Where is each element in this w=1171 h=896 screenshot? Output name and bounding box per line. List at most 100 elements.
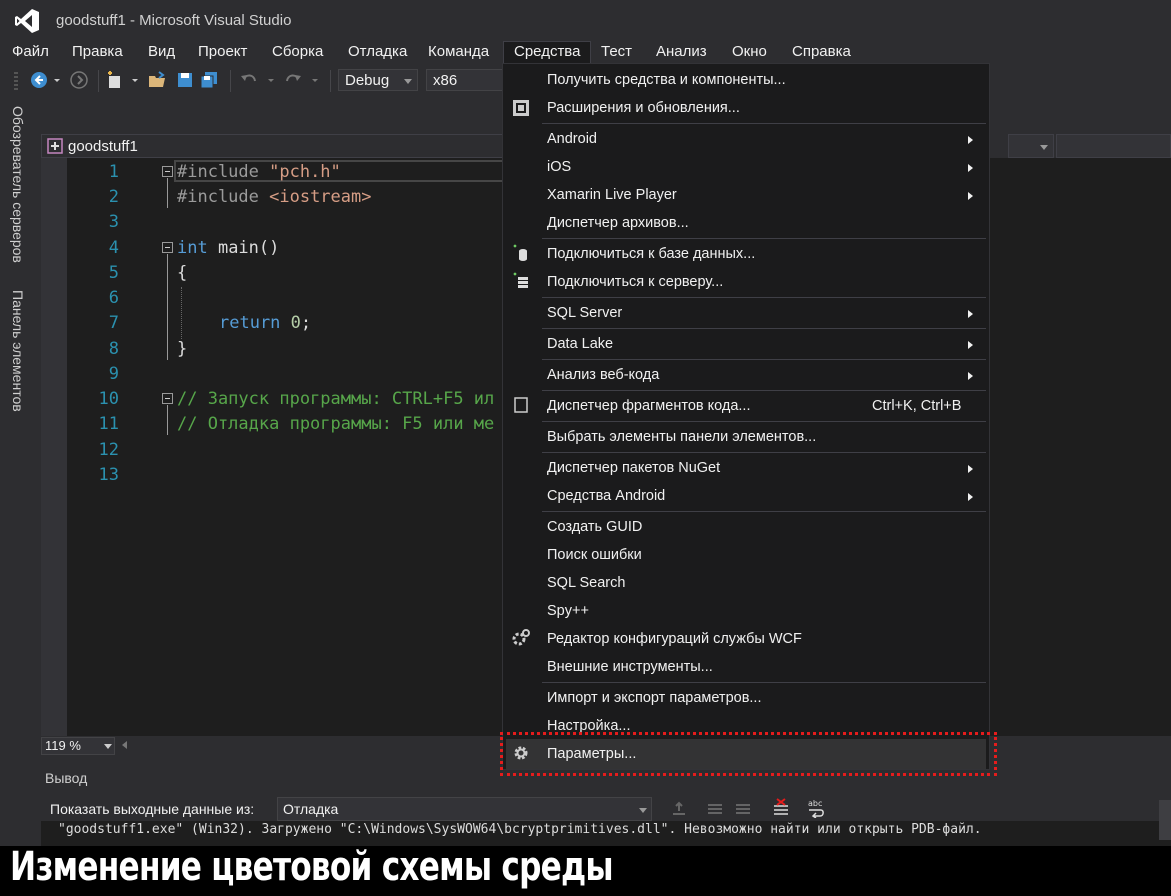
zoom-value: 119 %: [45, 738, 81, 753]
connect-server-icon: [513, 272, 528, 288]
menu-team[interactable]: Команда: [428, 42, 489, 64]
save-all-icon[interactable]: [200, 71, 218, 89]
menu-connect-to-database[interactable]: Подключиться к базе данных...: [547, 246, 755, 262]
menu-xamarin-live-player[interactable]: Xamarin Live Player: [547, 187, 677, 203]
number-literal: 0: [290, 313, 301, 333]
line-number: 7: [108, 313, 119, 333]
scroll-left-icon[interactable]: [122, 741, 127, 749]
clear-all-icon[interactable]: [772, 798, 790, 818]
menu-view[interactable]: Вид: [148, 42, 175, 64]
menu-sql-search[interactable]: SQL Search: [547, 575, 625, 591]
menu-separator: [542, 511, 986, 512]
save-icon[interactable]: [176, 71, 194, 89]
menu-import-export-settings[interactable]: Импорт и экспорт параметров...: [547, 690, 762, 706]
output-source-value: Отладка: [283, 801, 339, 817]
menu-external-tools[interactable]: Внешние инструменты...: [547, 659, 713, 675]
menu-test[interactable]: Тест: [601, 42, 632, 64]
collapse-icon[interactable]: [162, 242, 173, 253]
keyword: int: [177, 238, 208, 258]
zoom-combo[interactable]: 119 %: [41, 737, 115, 755]
open-file-icon[interactable]: [148, 71, 166, 89]
redo-icon[interactable]: [284, 71, 302, 89]
menu-data-lake[interactable]: Data Lake: [547, 336, 613, 352]
menu-separator: [542, 359, 986, 360]
menu-code-snippets-manager[interactable]: Диспетчер фрагментов кода...: [547, 398, 750, 414]
menu-analyze[interactable]: Анализ: [656, 42, 707, 64]
visual-studio-logo-icon: [15, 9, 39, 33]
menu-wcf-service-config-editor[interactable]: Редактор конфигураций службы WCF: [547, 631, 802, 647]
menu-web-code-analysis[interactable]: Анализ веб-кода: [547, 367, 659, 383]
chevron-down-icon[interactable]: [130, 71, 140, 89]
line-number: 2: [108, 187, 119, 207]
menu-separator: [542, 682, 986, 683]
chevron-down-icon[interactable]: [310, 71, 320, 89]
navigate-forward-icon[interactable]: [70, 71, 88, 89]
menu-separator: [542, 123, 986, 124]
menu-edit[interactable]: Правка: [72, 42, 123, 64]
line-number: 6: [108, 288, 119, 308]
collapse-icon[interactable]: [162, 393, 173, 404]
menu-build[interactable]: Сборка: [272, 42, 323, 64]
line-number: 13: [98, 465, 119, 485]
menu-extensions-and-updates[interactable]: Расширения и обновления...: [547, 100, 740, 116]
window-title: goodstuff1 - Microsoft Visual Studio: [56, 12, 292, 29]
menu-spy-plus-plus[interactable]: Spy++: [547, 603, 589, 619]
next-message-icon[interactable]: [734, 800, 752, 818]
menu-nuget-package-manager[interactable]: Диспетчер пакетов NuGet: [547, 460, 720, 476]
line-number: 5: [108, 263, 119, 283]
configuration-combo[interactable]: Debug: [338, 69, 418, 91]
submenu-arrow-icon: [968, 341, 973, 349]
submenu-arrow-icon: [968, 192, 973, 200]
menu-separator: [542, 297, 986, 298]
output-scrollbar[interactable]: [1159, 800, 1171, 840]
cpp-project-icon: [47, 138, 63, 154]
menu-sql-server[interactable]: SQL Server: [547, 305, 622, 321]
menu-project[interactable]: Проект: [198, 42, 247, 64]
file-navigation-combo[interactable]: goodstuff1: [41, 134, 521, 158]
connect-database-icon: [513, 244, 527, 261]
fold-guide: [167, 405, 168, 435]
line-number: 10: [98, 389, 119, 409]
menu-error-lookup[interactable]: Поиск ошибки: [547, 547, 642, 563]
chevron-down-icon[interactable]: [52, 71, 62, 89]
menu-debug[interactable]: Отладка: [348, 42, 407, 64]
scope-navigation-combo[interactable]: [1056, 134, 1171, 158]
submenu-arrow-icon: [968, 136, 973, 144]
menu-create-guid[interactable]: Создать GUID: [547, 519, 642, 535]
line-number: 3: [108, 212, 119, 232]
menu-android-tools[interactable]: Средства Android: [547, 488, 665, 504]
new-project-icon[interactable]: [106, 71, 124, 89]
tab-server-explorer[interactable]: Обозреватель серверов: [8, 106, 28, 282]
menu-ios[interactable]: iOS: [547, 159, 571, 175]
menu-window[interactable]: Окно: [732, 42, 767, 64]
menu-choose-toolbox-items[interactable]: Выбрать элементы панели элементов...: [547, 429, 816, 445]
menu-tools[interactable]: Средства: [503, 41, 592, 64]
menu-connect-to-server[interactable]: Подключиться к серверу...: [547, 274, 723, 290]
menu-get-tools-and-features[interactable]: Получить средства и компоненты...: [547, 72, 786, 88]
menu-android[interactable]: Android: [547, 131, 597, 147]
menu-help[interactable]: Справка: [792, 42, 851, 64]
find-message-in-code-icon[interactable]: [670, 800, 688, 818]
code-line: return 0;: [219, 313, 311, 333]
toolbar-grip-icon[interactable]: [14, 72, 18, 92]
code-line: {: [177, 263, 188, 283]
collapse-icon[interactable]: [162, 166, 173, 177]
navigate-back-icon[interactable]: [30, 71, 48, 89]
menu-separator: [542, 421, 986, 422]
toggle-word-wrap-icon[interactable]: abc: [806, 798, 826, 818]
output-source-combo[interactable]: Отладка: [277, 797, 652, 821]
undo-icon[interactable]: [240, 71, 258, 89]
chevron-down-icon[interactable]: [266, 71, 276, 89]
code-comment: // Запуск программы: CTRL+F5 ил: [177, 389, 495, 409]
platform-combo[interactable]: x86: [426, 69, 506, 91]
menu-bar: Файл Правка Вид Проект Сборка Отладка Ко…: [0, 41, 1171, 64]
menu-archive-manager[interactable]: Диспетчер архивов...: [547, 215, 689, 231]
line-number: 9: [108, 364, 119, 384]
tab-toolbox[interactable]: Панель элементов: [8, 290, 28, 420]
function-signature: main(): [207, 238, 280, 258]
line-number: 1: [108, 162, 119, 182]
menu-file[interactable]: Файл: [12, 42, 49, 64]
member-navigation-combo[interactable]: [1008, 134, 1054, 158]
line-number: 11: [98, 414, 119, 434]
previous-message-icon[interactable]: [706, 800, 724, 818]
